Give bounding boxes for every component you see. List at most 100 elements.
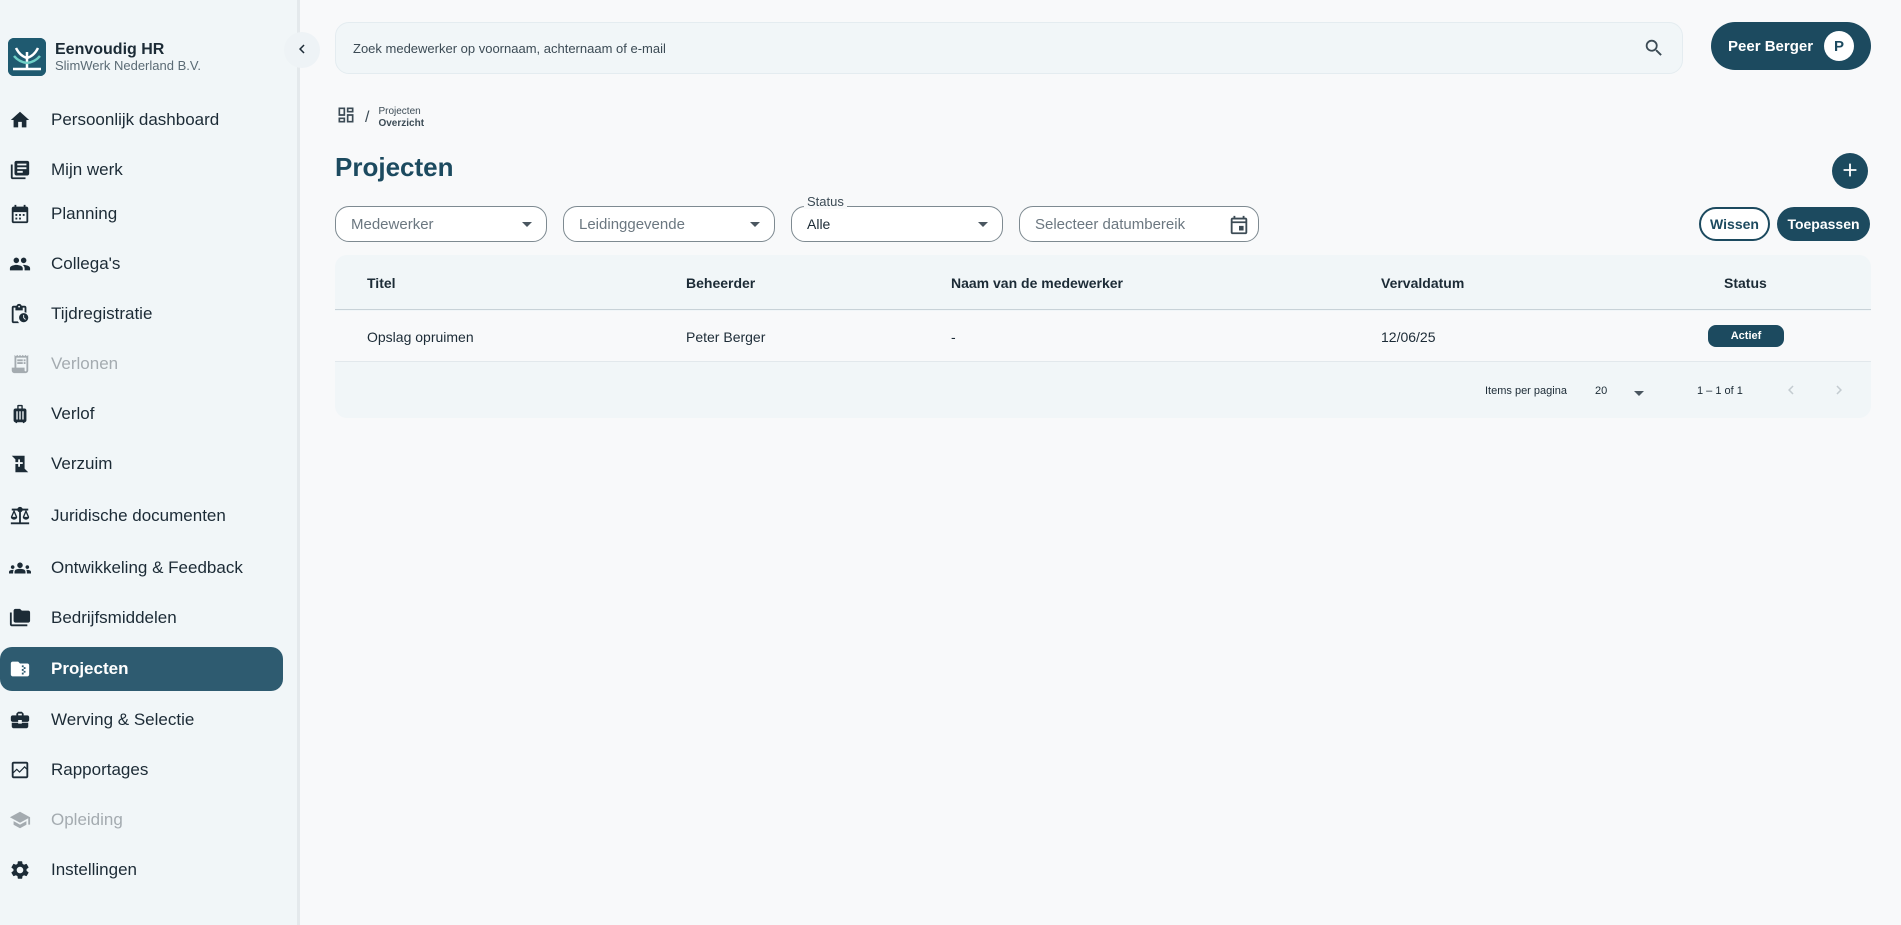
cell-due-date: 12/06/25: [1381, 329, 1436, 345]
date-range-input[interactable]: Selecteer datumbereik: [1019, 206, 1259, 242]
sidebar-collapse-button[interactable]: [284, 32, 320, 68]
dashboard-icon[interactable]: [336, 105, 356, 130]
employee-filter-select[interactable]: Medewerker: [335, 206, 547, 242]
table-header: Titel Beheerder Naam van de medewerker V…: [335, 255, 1871, 310]
sidebar-item-label: Collega's: [51, 254, 121, 273]
school-icon: [9, 809, 31, 831]
page-title: Projecten: [335, 152, 454, 182]
date-range-placeholder: Selecteer datumbereik: [1035, 215, 1186, 233]
sidebar-item-label: Bedrijfsmiddelen: [51, 608, 177, 627]
sidebar-item-persoonlijk-dashboard[interactable]: Persoonlijk dashboard: [0, 98, 283, 142]
cell-manager: Peter Berger: [686, 329, 766, 345]
sidebar-item-rapportages[interactable]: Rapportages: [0, 748, 283, 792]
sidebar-item-label: Ontwikkeling & Feedback: [51, 558, 243, 577]
receipt-icon: [9, 353, 31, 375]
status-filter-value: Alle: [807, 216, 831, 232]
breadcrumb-parent[interactable]: Projecten: [378, 106, 424, 118]
chart-icon: [9, 759, 31, 781]
caret-down-icon: [522, 222, 532, 227]
sidebar-item-tijdregistratie[interactable]: Tijdregistratie: [0, 292, 283, 336]
luggage-icon: [9, 403, 31, 425]
sidebar-item-werving-selectie[interactable]: Werving & Selectie: [0, 698, 283, 742]
apply-filters-button[interactable]: Toepassen: [1777, 207, 1870, 241]
sidebar-item-label: Rapportages: [51, 760, 149, 779]
search-input[interactable]: [336, 23, 1634, 73]
add-project-button[interactable]: [1832, 153, 1868, 189]
brand[interactable]: Eenvoudig HR SlimWerk Nederland B.V.: [8, 38, 201, 76]
sidebar-item-projecten[interactable]: Projecten: [0, 647, 283, 691]
sidebar-item-collegas[interactable]: Collega's: [0, 242, 283, 286]
cell-title: Opslag opruimen: [367, 329, 474, 345]
calendar-icon[interactable]: [1228, 214, 1250, 241]
column-header-employee[interactable]: Naam van de medewerker: [951, 275, 1123, 291]
chevron-left-icon: [1782, 381, 1800, 402]
calendar-icon: [9, 203, 31, 225]
sidebar-item-label: Mijn werk: [51, 160, 123, 179]
sidebar-item-mijn-werk[interactable]: Mijn werk: [0, 148, 283, 192]
sidebar-item-label: Projecten: [51, 659, 129, 678]
sidebar-item-label: Persoonlijk dashboard: [51, 110, 220, 129]
group-icon: [9, 557, 31, 579]
clear-filters-button[interactable]: Wissen: [1699, 207, 1770, 241]
folder-zip-icon: [9, 658, 31, 680]
sidebar-item-ontwikkeling-feedback[interactable]: Ontwikkeling & Feedback: [0, 546, 283, 590]
column-header-manager[interactable]: Beheerder: [686, 275, 755, 291]
caret-down-icon[interactable]: [1634, 391, 1644, 396]
sidebar-item-label: Opleiding: [51, 810, 123, 829]
cell-employee: -: [951, 329, 956, 345]
column-header-status[interactable]: Status: [1724, 275, 1767, 291]
status-filter-select[interactable]: Status Alle: [791, 194, 1003, 242]
brand-name: Eenvoudig HR: [55, 41, 165, 58]
breadcrumb: / Projecten Overzicht: [336, 105, 424, 130]
sidebar-item-label: Verlonen: [51, 354, 119, 373]
clipboard-clock-icon: [9, 303, 31, 325]
sidebar-item-verlof[interactable]: Verlof: [0, 392, 283, 436]
sidebar-item-label: Werving & Selectie: [51, 710, 195, 729]
sidebar-item-planning[interactable]: Planning: [0, 192, 283, 236]
search-icon[interactable]: [1634, 37, 1674, 59]
sidebar-item-label: Tijdregistratie: [51, 304, 153, 323]
status-filter-label: Status: [804, 194, 847, 209]
brand-organization: SlimWerk Nederland B.V.: [55, 58, 201, 73]
sidebar-item-verlonen: Verlonen: [0, 342, 283, 386]
people-icon: [9, 253, 31, 275]
table-row[interactable]: Opslag opruimen Peter Berger - 12/06/25: [335, 311, 1871, 362]
caret-down-icon: [978, 222, 988, 227]
manager-filter-select[interactable]: Leidinggevende: [563, 206, 775, 242]
breadcrumb-current: Overzicht: [378, 117, 425, 129]
brand-logo-icon: [8, 38, 46, 76]
previous-page-button[interactable]: [1779, 379, 1803, 403]
column-header-title[interactable]: Titel: [367, 275, 396, 291]
sidebar-item-label: Planning: [51, 204, 118, 223]
plus-icon: [1839, 159, 1861, 184]
sidebar-item-label: Juridische documenten: [51, 506, 226, 525]
sidebar-item-bedrijfsmiddelen[interactable]: Bedrijfsmiddelen: [0, 596, 283, 640]
breadcrumb-separator: /: [365, 108, 370, 126]
column-header-due-date[interactable]: Vervaldatum: [1381, 275, 1464, 291]
gear-icon: [9, 859, 31, 881]
scale-icon: [9, 505, 31, 527]
sidebar-item-instellingen[interactable]: Instellingen: [0, 848, 283, 892]
items-per-page-select[interactable]: 20: [1595, 385, 1607, 397]
employee-filter-placeholder: Medewerker: [351, 215, 434, 233]
sidebar-item-label: Instellingen: [51, 860, 138, 879]
user-menu-button[interactable]: Peer Berger P: [1711, 22, 1871, 70]
home-icon: [9, 109, 31, 131]
pagination-range: 1 – 1 of 1: [1697, 385, 1743, 397]
manager-filter-placeholder: Leidinggevende: [579, 215, 685, 233]
search-bar: [335, 22, 1683, 74]
sidebar-item-verzuim[interactable]: Verzuim: [0, 442, 283, 486]
next-page-button[interactable]: [1827, 379, 1851, 403]
chevron-left-icon: [293, 40, 311, 61]
folders-icon: [9, 607, 31, 629]
book-icon: [9, 159, 31, 181]
sidebar-item-juridische-documenten[interactable]: Juridische documenten: [0, 494, 283, 538]
items-per-page-label: Items per pagina: [1485, 385, 1567, 397]
sidebar-item-label: Verzuim: [51, 454, 113, 473]
medical-icon: [9, 453, 31, 475]
pagination: Items per pagina 20 1 – 1 of 1: [335, 363, 1871, 418]
status-badge: Actief: [1708, 325, 1784, 347]
avatar: P: [1824, 31, 1854, 61]
briefcase-icon: [9, 709, 31, 731]
sidebar: Eenvoudig HR SlimWerk Nederland B.V. Per…: [0, 0, 300, 925]
